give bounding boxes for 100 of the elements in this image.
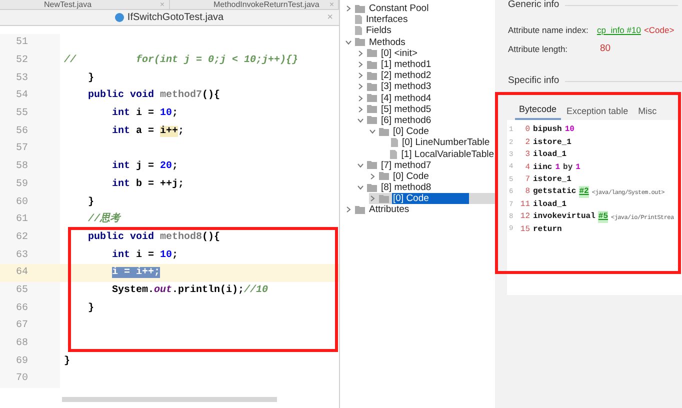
- tree-row[interactable]: [1] LocalVariableTable: [381, 148, 495, 160]
- code-line: int a = i++;: [111, 124, 184, 139]
- tree-row[interactable]: Interfaces: [345, 14, 495, 26]
- bytecode-offset: 11: [519, 198, 531, 211]
- editor-tab[interactable]: IfSwitchGotoTest.java ×: [0, 10, 339, 26]
- bytecode-offset: 15: [519, 224, 531, 236]
- line-number: 68: [0, 334, 60, 352]
- tree-row[interactable]: [0] LineNumberTable: [381, 137, 495, 148]
- tree-row[interactable]: [6] method6: [357, 114, 495, 126]
- code-line: int i = 10;: [111, 106, 178, 122]
- tree-row[interactable]: [4] method4: [357, 92, 495, 104]
- bytecode-instruction: iinc 1 by 1: [533, 162, 580, 174]
- chevron-down-icon[interactable]: [357, 184, 364, 192]
- code-line: public void method8(){: [87, 230, 220, 245]
- line-number: 60: [0, 193, 60, 211]
- tree-row[interactable]: [2] method2: [357, 70, 495, 82]
- bytecode-offset: 12: [519, 211, 531, 224]
- code-line: // for(int j = 0;j < 10;j++){}: [63, 54, 298, 68]
- tree-row[interactable]: Fields: [345, 25, 495, 37]
- chevron-right-icon[interactable]: [357, 72, 364, 80]
- section-title: Specific info: [508, 74, 560, 88]
- line-number: 51: [0, 34, 60, 52]
- chevron-right-icon[interactable]: [369, 195, 376, 202]
- horizontal-scrollbar[interactable]: [62, 397, 277, 402]
- tab[interactable]: Exception table: [562, 104, 632, 120]
- field-value: 80: [600, 42, 611, 56]
- tree-row[interactable]: [1] method1: [357, 58, 495, 70]
- tree-row[interactable]: [0] Code: [369, 170, 495, 182]
- bytecode-offset: 0: [524, 124, 531, 136]
- tree-label: [1] LocalVariableTable: [400, 148, 495, 160]
- tree-label: Attributes: [368, 204, 410, 216]
- tree-label: [0] <init>: [380, 48, 418, 59]
- bytecode-offset: 7: [524, 174, 531, 186]
- chevron-down-icon[interactable]: [345, 38, 352, 46]
- tree-row[interactable]: [8] method8: [357, 182, 495, 194]
- tree-label: [7] method7: [380, 160, 432, 171]
- chevron-down-icon[interactable]: [357, 116, 364, 124]
- class-icon: [115, 13, 124, 22]
- chevron-right-icon[interactable]: [357, 94, 364, 102]
- field-label: Attribute name index:: [508, 24, 590, 37]
- code-line: public void method7(){: [87, 88, 220, 104]
- code-line: }: [87, 196, 94, 210]
- tree-row[interactable]: [7] method7: [357, 160, 495, 171]
- bytecode-instruction: istore_1: [533, 136, 572, 149]
- tree-row[interactable]: [0] <init>: [357, 48, 495, 59]
- code-line: }: [87, 302, 94, 316]
- line-number: 67: [0, 317, 60, 335]
- tree-label: [8] method8: [380, 182, 432, 194]
- tree-row[interactable]: [0] Code: [369, 126, 495, 138]
- chevron-down-icon[interactable]: [369, 128, 376, 136]
- chevron-right-icon[interactable]: [345, 206, 352, 214]
- line-number: 66: [0, 299, 60, 317]
- editor-tab[interactable]: NewTest.java ×: [0, 0, 170, 9]
- line-number: 52: [0, 52, 60, 70]
- chevron-right-icon[interactable]: [345, 5, 352, 12]
- folder-icon: [355, 206, 365, 214]
- bytecode-instruction: istore_1: [533, 174, 572, 186]
- code-line: int b = ++j;: [111, 178, 184, 192]
- bytecode-offset: 8: [524, 186, 531, 198]
- chevron-right-icon[interactable]: [357, 50, 364, 57]
- tree-label: [0] Code: [392, 126, 430, 138]
- tree-label: [0] Code: [392, 170, 430, 182]
- tree-label: [1] method1: [380, 59, 432, 70]
- tree-row[interactable]: Constant Pool: [345, 3, 495, 14]
- tree-row[interactable]: [3] method3: [357, 81, 495, 92]
- line-number: 70: [0, 370, 60, 388]
- line-number: 61: [0, 210, 60, 229]
- chevron-right-icon[interactable]: [357, 106, 364, 113]
- tree-label: [0] LineNumberTable: [401, 137, 491, 148]
- line-number: 64: [15, 266, 30, 280]
- tree-row[interactable]: Methods: [345, 36, 495, 48]
- chevron-right-icon[interactable]: [357, 83, 364, 90]
- code-line: int j = 20;: [111, 160, 178, 174]
- tree-label: Methods: [368, 36, 406, 48]
- chevron-right-icon[interactable]: [369, 172, 376, 180]
- line-number: 57: [0, 140, 60, 158]
- tree-label: Interfaces: [365, 14, 409, 26]
- code-line: //思考: [87, 212, 120, 228]
- tree-row[interactable]: [5] method5: [357, 104, 495, 115]
- code-line: System.out.println(i);//10: [111, 284, 268, 298]
- code-line: int i = 10;: [111, 248, 178, 263]
- editor-tab[interactable]: MethodInvokeReturnTest.java ×: [170, 0, 339, 9]
- tree-label: [3] method3: [380, 81, 432, 92]
- chevron-right-icon[interactable]: [357, 61, 364, 68]
- tree-row[interactable]: Attributes: [345, 204, 495, 216]
- tree-label: Fields: [365, 25, 392, 36]
- bytecode-offset: 2: [524, 136, 531, 149]
- tree-label: [5] method5: [380, 104, 432, 115]
- line-number: 65: [0, 282, 60, 300]
- tree-label: [4] method4: [380, 92, 432, 104]
- tree-label: Constant Pool: [368, 3, 430, 14]
- tab[interactable]: Misc: [634, 104, 661, 120]
- bytecode-instruction: bipush 10: [533, 124, 574, 136]
- field-value: <Code>: [644, 24, 674, 37]
- tree-row[interactable]: [0] Code: [369, 193, 495, 204]
- bytecode-instruction: iload_1: [533, 149, 567, 162]
- bytecode-instruction: iload_1: [533, 198, 567, 211]
- line-number: 58: [0, 158, 60, 176]
- code-line: }: [63, 354, 70, 369]
- chevron-down-icon[interactable]: [357, 162, 364, 169]
